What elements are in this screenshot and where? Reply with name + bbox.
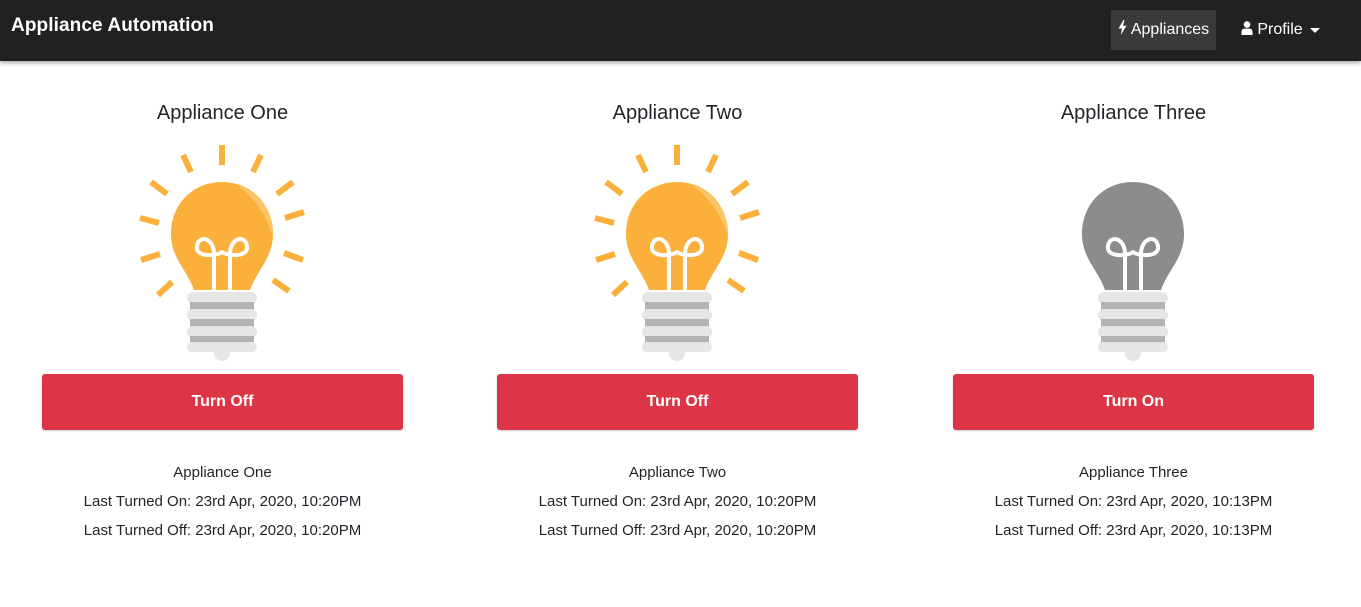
turn-off-button[interactable]: Turn Off — [42, 374, 403, 430]
last-turned-on: Last Turned On: 23rd Apr, 2020, 10:13PM — [994, 493, 1273, 510]
appliance-title: Appliance One — [156, 102, 289, 124]
user-icon — [1241, 20, 1253, 40]
turn-on-button[interactable]: Turn On — [953, 374, 1314, 430]
appliance-info: Appliance Three Last Turned On: 23rd Apr… — [933, 458, 1334, 545]
last-turned-off: Last Turned Off: 23rd Apr, 2020, 10:13PM — [994, 522, 1273, 539]
app-brand[interactable]: Appliance Automation — [11, 15, 214, 37]
lightbulb-on-icon — [137, 142, 307, 362]
turn-off-button[interactable]: Turn Off — [497, 374, 858, 430]
last-turned-on: Last Turned On: 23rd Apr, 2020, 10:20PM — [538, 493, 817, 510]
nav-profile-label: Profile — [1257, 21, 1303, 38]
lightbulb-off-icon — [1048, 142, 1218, 362]
appliance-info: Appliance One Last Turned On: 23rd Apr, … — [22, 458, 423, 545]
appliance-name: Appliance One — [173, 464, 272, 481]
nav-appliances-link[interactable]: Appliances — [1111, 10, 1216, 50]
bolt-icon — [1118, 20, 1127, 40]
lightbulb-on-icon — [592, 142, 762, 362]
last-turned-on: Last Turned On: 23rd Apr, 2020, 10:20PM — [83, 493, 362, 510]
appliance-name: Appliance Three — [1079, 464, 1188, 481]
appliance-name: Appliance Two — [628, 464, 727, 481]
top-navbar: Appliance Automation Appliances Profile — [0, 0, 1361, 61]
last-turned-off: Last Turned Off: 23rd Apr, 2020, 10:20PM — [83, 522, 362, 539]
appliance-info: Appliance Two Last Turned On: 23rd Apr, … — [477, 458, 878, 545]
appliance-title: Appliance Two — [612, 102, 743, 124]
caret-down-icon — [1309, 28, 1320, 33]
last-turned-off: Last Turned Off: 23rd Apr, 2020, 10:20PM — [538, 522, 817, 539]
appliance-title: Appliance Three — [1060, 102, 1207, 124]
nav-appliances-label: Appliances — [1130, 21, 1210, 38]
nav-profile-dropdown[interactable]: Profile — [1233, 10, 1328, 50]
